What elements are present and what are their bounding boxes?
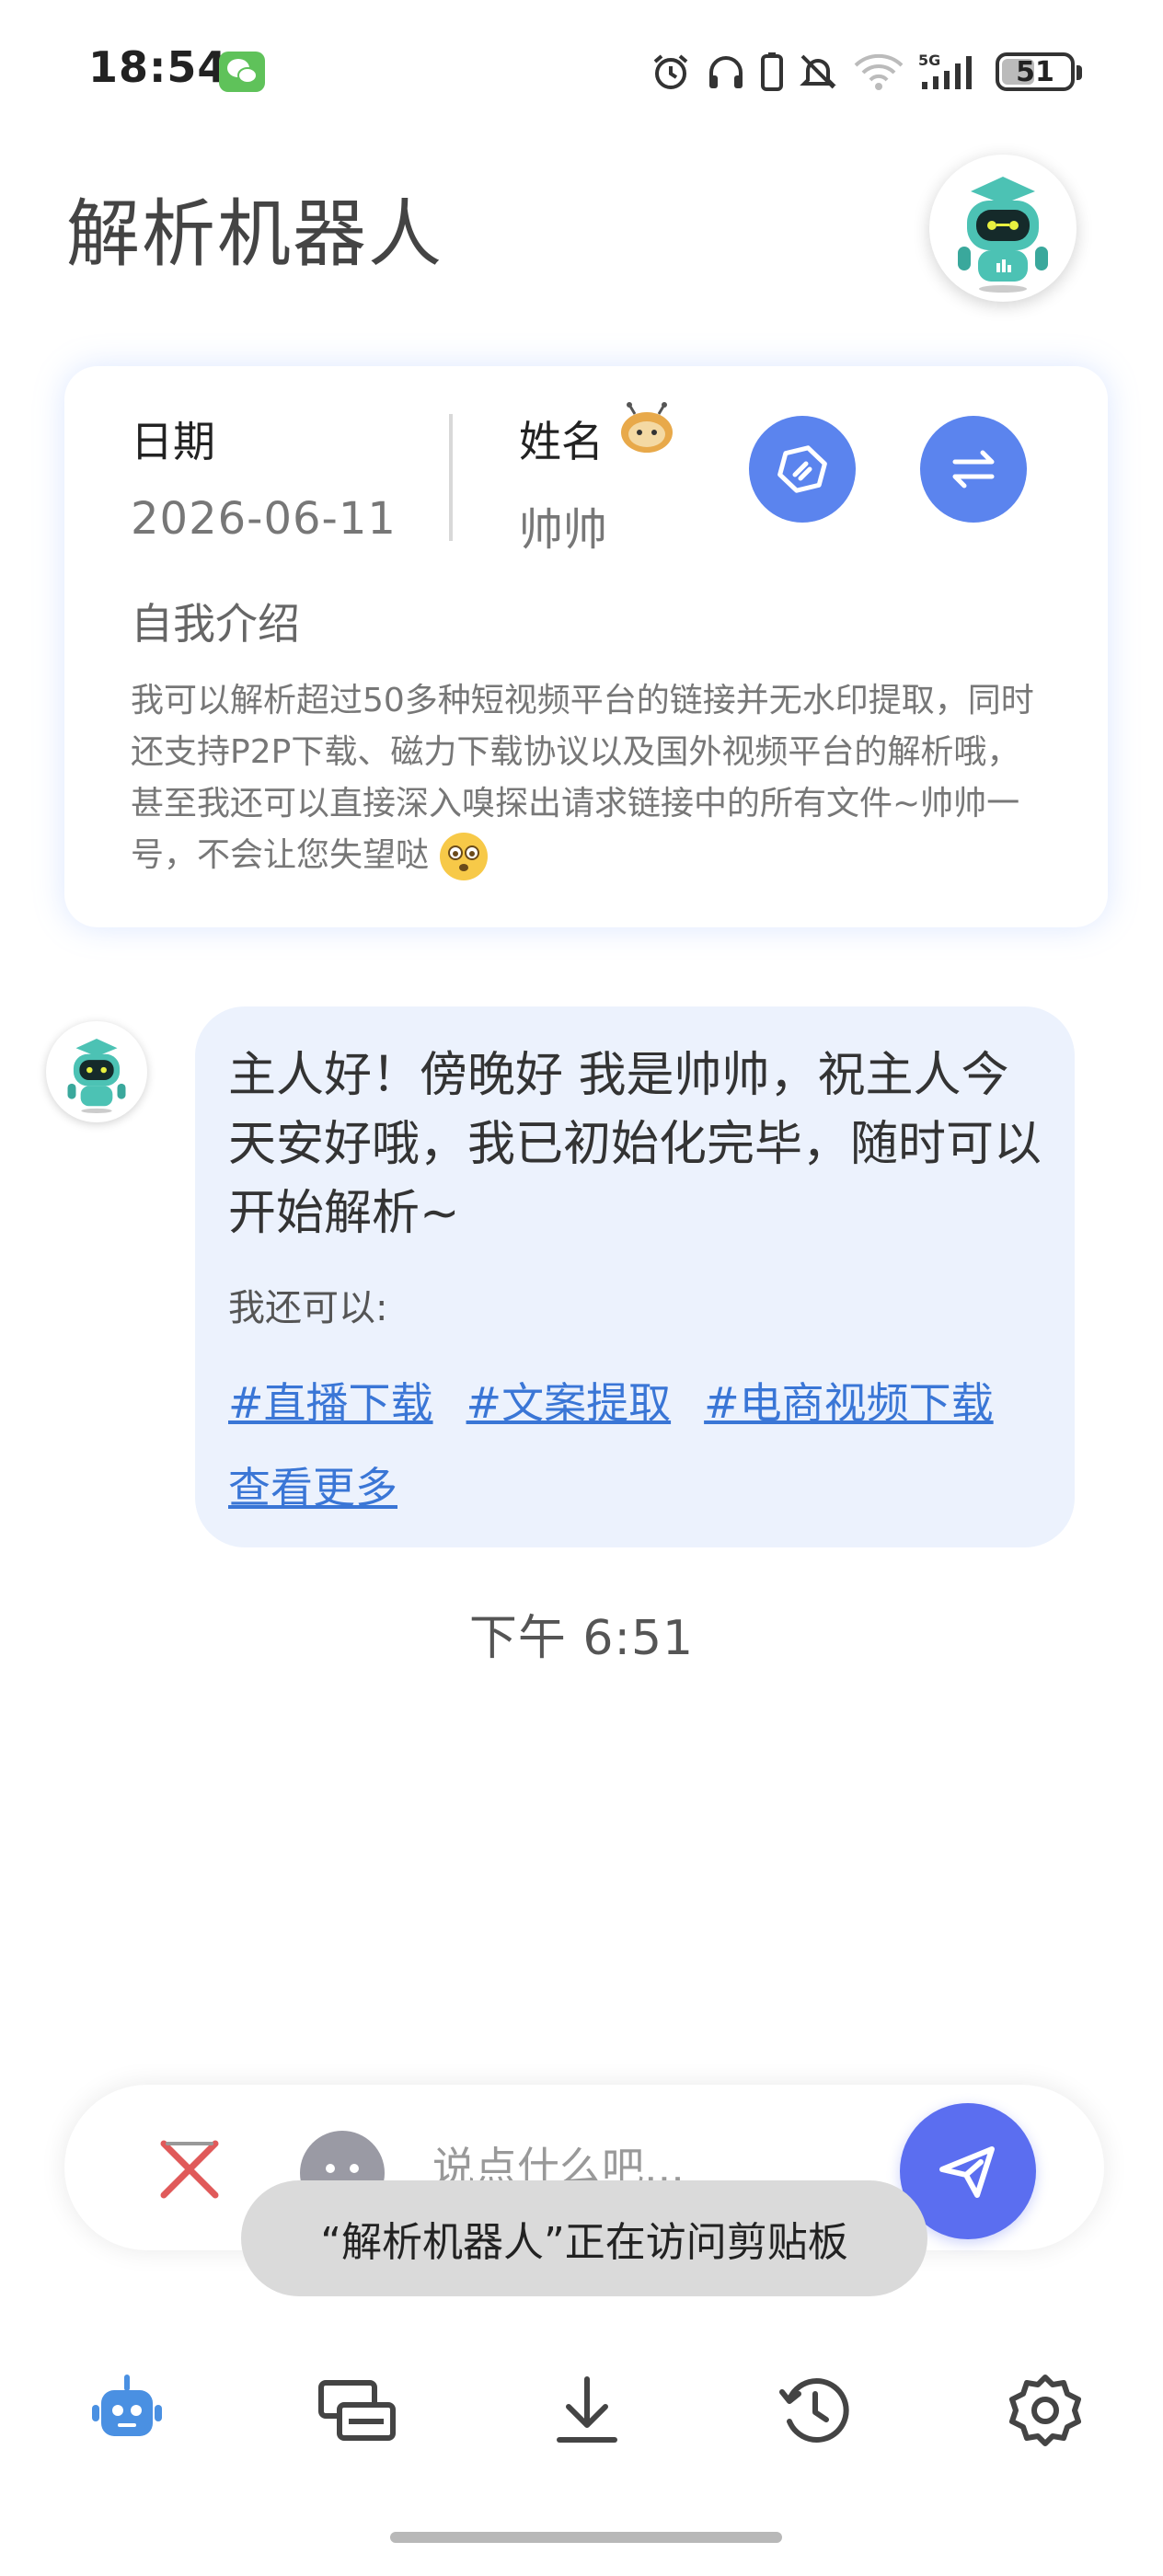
robot-icon — [67, 1039, 126, 1113]
date-value: 2026-06-11 — [131, 493, 397, 545]
nav-history[interactable] — [769, 2364, 861, 2456]
edit-icon — [777, 445, 827, 493]
swap-icon — [952, 450, 995, 489]
flushed-face-emoji-icon — [440, 833, 489, 880]
nav-download[interactable] — [541, 2364, 633, 2456]
intro-text-body: 我可以解析超过50多种短视频平台的链接并无水印提取，同时还支持P2P下载、磁力下… — [131, 682, 1034, 874]
swap-button[interactable] — [920, 416, 1027, 523]
divider — [449, 414, 453, 541]
link-ecommerce-download[interactable]: #电商视频下载 — [704, 1378, 994, 1428]
date-label: 日期 — [131, 417, 215, 466]
robot-nav-icon — [92, 2375, 162, 2436]
wechat-icon — [219, 52, 265, 92]
send-icon — [939, 2146, 995, 2198]
message-text: 主人好！傍晚好 我是帅帅，祝主人今天安好哦，我已初始化完毕，随时可以开始解析~ — [228, 1048, 1042, 1241]
app-screen: 18:54 5G 51 解析机器人 日期 2026-06-11 姓名 帅帅 自我… — [0, 0, 1163, 2576]
history-icon — [779, 2378, 849, 2443]
mute-icon — [800, 54, 836, 89]
download-icon — [557, 2376, 617, 2443]
svg-text:5G: 5G — [918, 52, 940, 69]
message-sub-label: 我还可以: — [228, 1287, 388, 1329]
bot-avatar — [46, 1021, 147, 1122]
intro-text: 我可以解析超过50多种短视频平台的链接并无水印提取，同时还支持P2P下载、磁力下… — [131, 675, 1051, 882]
status-icons: 5G 51 — [650, 46, 1082, 98]
clipboard-toast: “解析机器人”正在访问剪贴板 — [241, 2180, 927, 2296]
wifi-icon — [854, 53, 904, 90]
alarm-icon — [653, 54, 688, 89]
nav-settings[interactable] — [999, 2364, 1091, 2456]
status-bar: 18:54 5G 51 — [0, 0, 1163, 147]
battery-level: 51 — [1016, 55, 1054, 88]
home-indicator[interactable] — [390, 2532, 782, 2543]
cards-icon — [318, 2380, 396, 2441]
device-battery-icon — [761, 52, 783, 91]
edit-button[interactable] — [749, 416, 856, 523]
signal-5g-icon: 5G — [918, 52, 972, 89]
message-timestamp: 下午 6:51 — [468, 1611, 695, 1666]
clear-icon[interactable] — [156, 2136, 223, 2202]
message-links: #直播下载 #文案提取 #电商视频下载 查看更多 — [228, 1361, 1042, 1530]
robot-face-emoji-icon — [621, 402, 673, 453]
page-title: 解析机器人 — [66, 191, 443, 277]
link-see-more[interactable]: 查看更多 — [228, 1463, 397, 1512]
link-copy-extract[interactable]: #文案提取 — [466, 1378, 672, 1428]
headphones-icon — [709, 56, 743, 88]
robot-avatar[interactable] — [929, 155, 1077, 302]
nav-robot[interactable] — [81, 2364, 173, 2456]
intro-label: 自我介绍 — [131, 599, 300, 649]
name-label: 姓名 — [519, 417, 604, 466]
link-live-download[interactable]: #直播下载 — [228, 1378, 433, 1428]
message-bubble: 主人好！傍晚好 我是帅帅，祝主人今天安好哦，我已初始化完毕，随时可以开始解析~ … — [195, 1006, 1075, 1547]
gear-icon — [1009, 2375, 1081, 2446]
bottom-nav — [0, 2355, 1163, 2484]
nav-cards[interactable] — [311, 2364, 403, 2456]
info-card: 日期 2026-06-11 姓名 帅帅 自我介绍 我可以解析超过50多种短视频平… — [64, 366, 1108, 927]
battery-icon: 51 — [996, 52, 1082, 91]
status-time: 18:54 — [88, 42, 228, 92]
robot-icon — [958, 177, 1048, 293]
name-value: 帅帅 — [519, 504, 608, 556]
